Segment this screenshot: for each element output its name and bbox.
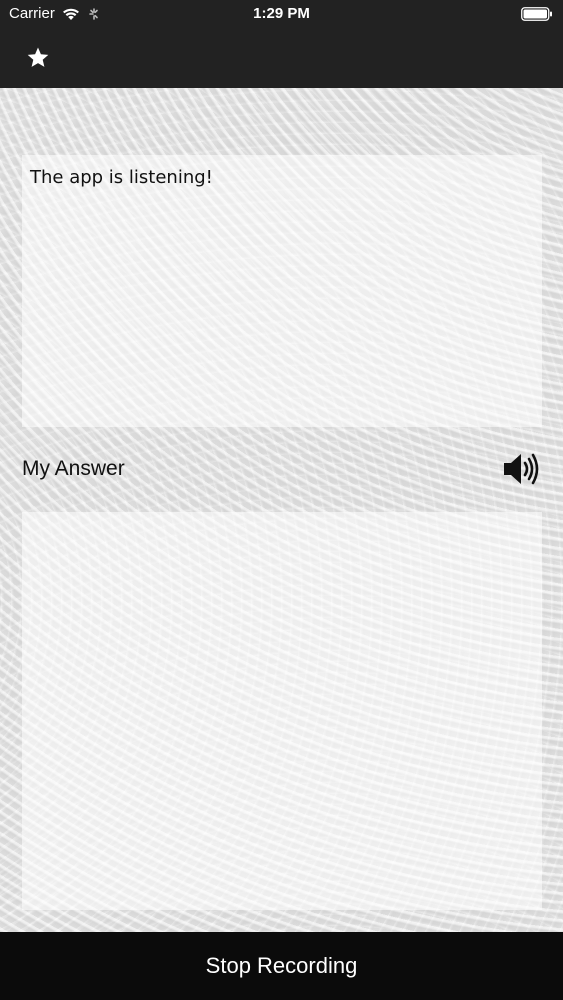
question-text: The app is listening! [30, 167, 213, 188]
top-bar: Carrier 1:29 PM [0, 0, 563, 88]
status-time: 1:29 PM [253, 5, 310, 22]
star-icon [27, 47, 49, 67]
status-bar: Carrier 1:29 PM [0, 0, 563, 28]
stop-recording-button[interactable]: Stop Recording [0, 932, 563, 1000]
favorite-button[interactable] [24, 44, 52, 72]
speak-button[interactable] [502, 451, 540, 487]
stop-recording-label: Stop Recording [205, 953, 358, 978]
answer-label: My Answer [22, 457, 125, 480]
question-text-area[interactable]: The app is listening! [22, 155, 542, 427]
app-screen: Carrier 1:29 PM The app is listening! My… [0, 0, 563, 1000]
answer-text-area[interactable] [22, 512, 542, 910]
battery-icon [521, 7, 552, 21]
answer-header: My Answer [0, 440, 563, 500]
speaker-icon [504, 453, 539, 485]
